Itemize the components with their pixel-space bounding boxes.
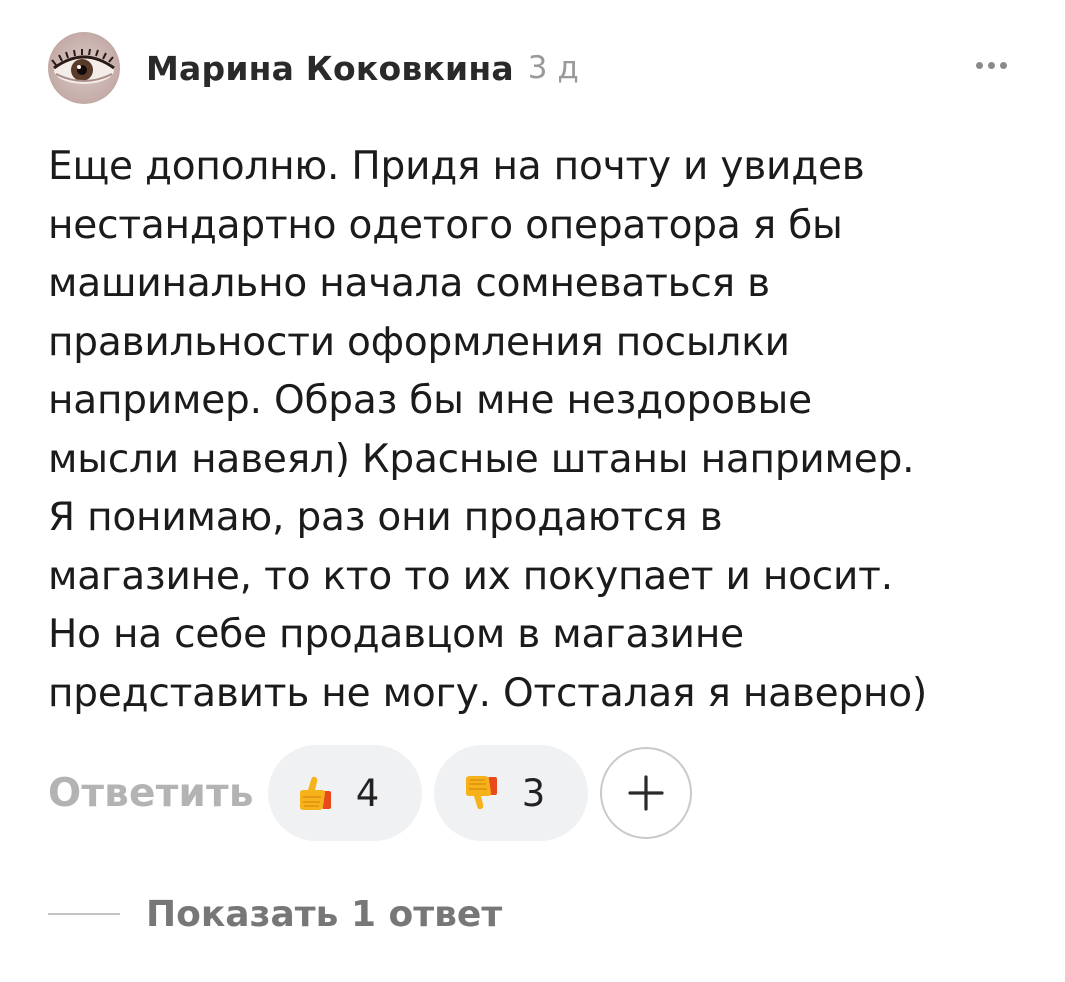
comment-text-line: мысли навеял) Красные штаны например. xyxy=(48,436,915,482)
comment-text-line: представить не могу. Отсталая я наверно) xyxy=(48,670,927,716)
comment-text-line: машинально начала сомневаться в xyxy=(48,261,770,306)
comment-text-line: Но на себе продавцом в магазине xyxy=(48,612,744,657)
show-replies[interactable]: Показать 1 ответ xyxy=(48,888,502,940)
comment-text-line: Еще дополню. Придя на почту и увидев xyxy=(48,144,865,189)
dislike-count: 3 xyxy=(521,771,546,815)
eye-avatar-icon xyxy=(51,48,115,84)
dot xyxy=(999,61,1007,69)
comment-actions: Ответить 4 3 xyxy=(48,745,692,841)
dot xyxy=(975,61,983,69)
dot xyxy=(987,61,995,69)
reply-button[interactable]: Ответить xyxy=(48,771,254,816)
plus-icon xyxy=(628,775,664,811)
comment-text-line: нестандартно одетого оператора я бы xyxy=(48,202,843,248)
comment-header: Марина Коковкина 3 д xyxy=(48,28,1038,108)
thumbs-up-emoji-icon xyxy=(299,776,331,810)
comment: Марина Коковкина 3 д Еще дополню. Придя … xyxy=(48,28,1038,723)
author-name[interactable]: Марина Коковкина xyxy=(146,49,514,88)
comment-text-line: например. Образ бы мне нездоровые xyxy=(48,378,812,423)
comment-text: Еще дополню. Придя на почту и увидев нес… xyxy=(48,138,1048,723)
more-dots-icon[interactable] xyxy=(966,50,1016,80)
like-count: 4 xyxy=(355,771,380,815)
add-reaction-button[interactable] xyxy=(599,747,692,839)
comment-text-line: правильности оформления посылки xyxy=(48,319,790,365)
avatar[interactable] xyxy=(48,32,120,104)
replies-divider xyxy=(48,913,120,915)
comment-time: 3 д xyxy=(527,50,579,86)
like-button[interactable]: 4 xyxy=(267,745,422,841)
thumbs-down-emoji-icon xyxy=(465,776,497,810)
show-replies-label[interactable]: Показать 1 ответ xyxy=(146,894,502,935)
dislike-button[interactable]: 3 xyxy=(433,745,588,841)
comment-text-line: Я понимаю, раз они продаются в xyxy=(48,495,723,540)
comment-text-line: магазине, то кто то их покупает и носит. xyxy=(48,553,893,599)
